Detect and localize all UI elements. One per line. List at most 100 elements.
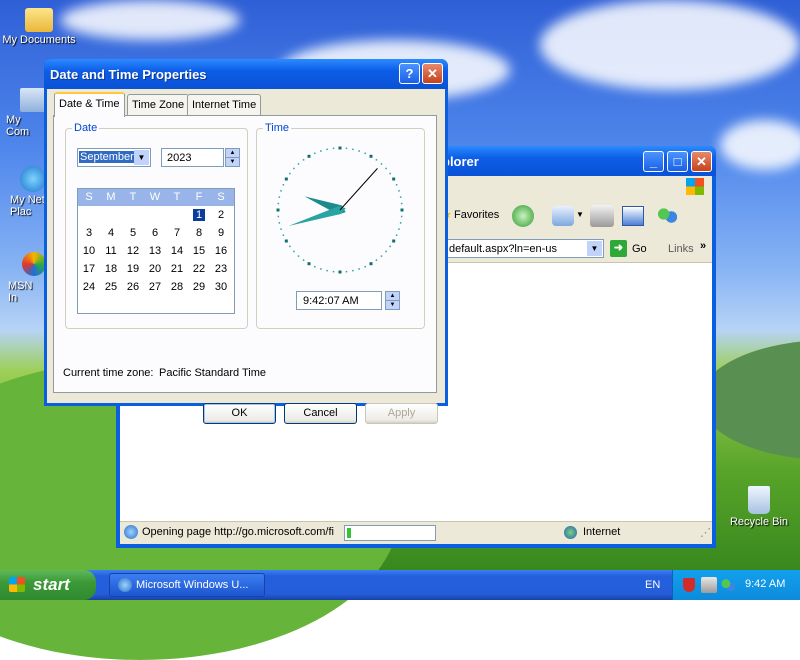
desktop-icon-network[interactable]: My Net Plac	[0, 162, 46, 218]
minute-tick	[332, 270, 335, 273]
close-button[interactable]: ✕	[691, 151, 712, 172]
chevron-right-icon[interactable]: »	[700, 240, 706, 252]
minute-tick	[293, 250, 295, 253]
chevron-down-icon[interactable]: ▼	[134, 150, 149, 165]
close-button[interactable]: ✕	[422, 63, 443, 84]
network-tray-icon[interactable]	[701, 577, 717, 593]
chevron-down-icon[interactable]: ▼	[587, 241, 602, 256]
desktop-icon-my-documents[interactable]: My Documents	[2, 4, 76, 46]
time-value: 9:42:07 AM	[303, 295, 359, 307]
time-field[interactable]: 9:42:07 AM	[296, 291, 382, 310]
network-icon	[20, 166, 46, 192]
calendar-day[interactable]: 9	[210, 227, 232, 239]
year-down-button[interactable]: ▼	[225, 157, 240, 167]
cancel-button[interactable]: Cancel	[284, 403, 357, 424]
hour-tick	[307, 154, 311, 158]
calendar-day[interactable]: 20	[144, 263, 166, 275]
minute-tick	[345, 270, 348, 273]
calendar-day[interactable]: 17	[78, 263, 100, 275]
maximize-button[interactable]: □	[667, 151, 688, 172]
calendar-day[interactable]: 7	[166, 227, 188, 239]
calendar-day[interactable]: 23	[210, 263, 232, 275]
chevron-down-icon[interactable]: ▼	[576, 210, 584, 219]
calendar-day[interactable]: 4	[100, 227, 122, 239]
hour-tick	[392, 239, 396, 243]
calendar-day[interactable]: 5	[122, 227, 144, 239]
dialog-title-bar[interactable]: Date and Time Properties ? ✕	[44, 59, 448, 89]
calendar-day[interactable]: 8	[188, 227, 210, 239]
calendar-day[interactable]: 18	[100, 263, 122, 275]
hour-tick	[284, 239, 288, 243]
calendar-day[interactable]: 22	[188, 263, 210, 275]
resize-grip-icon[interactable]: ⋰	[700, 526, 711, 539]
messenger-icon[interactable]	[656, 206, 678, 226]
zone-text: Internet	[583, 526, 621, 538]
go-arrow-icon[interactable]: ➜	[610, 240, 627, 257]
calendar-day[interactable]: 21	[166, 263, 188, 275]
security-shield-icon[interactable]	[683, 578, 695, 592]
calendar-day[interactable]: 3	[78, 227, 100, 239]
calendar-day[interactable]: 26	[122, 281, 144, 293]
calendar-day[interactable]: 28	[166, 281, 188, 293]
edit-icon[interactable]	[622, 206, 644, 226]
calendar-day[interactable]: 16	[210, 245, 232, 257]
calendar-day[interactable]: 13	[144, 245, 166, 257]
time-down-button[interactable]: ▼	[385, 300, 400, 310]
calendar-day[interactable]: 6	[144, 227, 166, 239]
recycle-bin-icon	[748, 486, 770, 514]
date-group-label: Date	[72, 122, 100, 134]
calendar-day[interactable]: 1	[193, 209, 205, 221]
apply-button[interactable]: Apply	[365, 403, 438, 424]
mail-icon[interactable]	[552, 206, 574, 226]
year-field[interactable]: 2023	[161, 148, 224, 167]
calendar-day[interactable]: 27	[144, 281, 166, 293]
windows-logo-icon	[9, 577, 25, 592]
links-button[interactable]: Links	[668, 243, 694, 255]
weekday-label: M	[106, 191, 116, 203]
desktop-icon-msn[interactable]: MSN In	[0, 250, 46, 304]
start-button[interactable]: start	[0, 570, 96, 600]
language-indicator[interactable]: EN	[645, 579, 660, 591]
messenger-tray-icon[interactable]	[721, 578, 735, 592]
year-value: 2023	[167, 152, 192, 164]
tab-time-zone[interactable]: Time Zone	[127, 94, 190, 115]
minute-hand	[288, 206, 346, 227]
minute-tick	[385, 167, 387, 170]
calendar-day[interactable]: 2	[210, 209, 232, 221]
taskbar-clock[interactable]: 9:42 AM	[745, 578, 785, 590]
status-text: Opening page http://go.microsoft.com/fi	[142, 526, 334, 538]
weekday-label: S	[85, 191, 93, 203]
desktop-icon-recycle-bin[interactable]: Recycle Bin	[722, 486, 796, 528]
calendar-day[interactable]: 24	[78, 281, 100, 293]
tab-date-time[interactable]: Date & Time	[54, 92, 125, 117]
start-label: start	[33, 575, 70, 594]
minute-tick	[375, 259, 378, 261]
calendar-day[interactable]: 25	[100, 281, 122, 293]
favorites-button[interactable]: Favorites	[454, 209, 499, 221]
calendar-day[interactable]: 15	[188, 245, 210, 257]
progress-bar	[344, 525, 436, 541]
history-icon[interactable]	[512, 205, 534, 227]
minute-tick	[277, 215, 280, 218]
minute-tick	[314, 152, 316, 155]
minute-tick	[326, 148, 328, 151]
calendar-day[interactable]: 29	[188, 281, 210, 293]
minimize-button[interactable]: _	[643, 151, 664, 172]
calendar-day[interactable]: 11	[100, 245, 122, 257]
go-button[interactable]: Go	[632, 243, 647, 255]
tab-internet-time[interactable]: Internet Time	[187, 94, 262, 115]
taskbar-item-ie[interactable]: Microsoft Windows U...	[109, 573, 265, 597]
calendar-day[interactable]: 10	[78, 245, 100, 257]
help-button[interactable]: ?	[399, 63, 420, 84]
print-icon[interactable]	[590, 205, 614, 227]
ok-button[interactable]: OK	[203, 403, 276, 424]
minute-tick	[282, 234, 285, 236]
month-select[interactable]: September ▼	[77, 148, 151, 167]
tab-panel: Date September ▼ 2023 ▲ ▼ S M T W T F S …	[53, 115, 437, 393]
calendar-day[interactable]: 12	[122, 245, 144, 257]
calendar-day[interactable]: 14	[166, 245, 188, 257]
calendar-header: S M T W T F S	[78, 189, 234, 206]
desktop-icon-my-computer[interactable]: My Com	[0, 84, 46, 138]
calendar-day[interactable]: 30	[210, 281, 232, 293]
calendar-day[interactable]: 19	[122, 263, 144, 275]
